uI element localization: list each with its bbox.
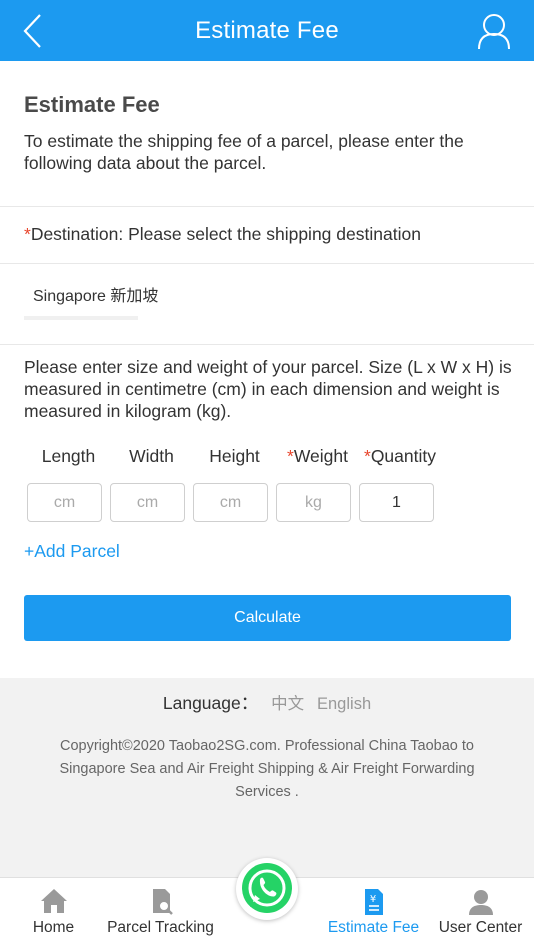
- calculate-button[interactable]: Calculate: [24, 595, 511, 641]
- width-input[interactable]: [110, 483, 185, 522]
- destination-select[interactable]: Singapore 新加坡: [24, 272, 158, 320]
- weight-label-text: Weight: [293, 446, 348, 466]
- tab-label: Parcel Tracking: [107, 919, 214, 936]
- estimate-fee-icon: ¥: [364, 889, 383, 915]
- parcel-tracking-icon: [152, 889, 173, 915]
- required-mark: *: [24, 224, 31, 244]
- language-option-zh[interactable]: 中文: [271, 695, 304, 713]
- tab-label: User Center: [438, 919, 523, 936]
- whatsapp-icon: [242, 863, 292, 913]
- whatsapp-button[interactable]: [236, 858, 298, 920]
- add-parcel-link[interactable]: +Add Parcel: [24, 541, 120, 562]
- destination-label-text: Destination: Please select the shipping …: [30, 224, 421, 244]
- home-icon: [40, 889, 67, 913]
- tab-home[interactable]: Home: [0, 878, 107, 950]
- back-icon[interactable]: [18, 12, 48, 50]
- language-switcher: Language： 中文 English: [0, 690, 534, 715]
- weight-label: *Weight: [276, 446, 359, 467]
- quantity-label-text: Quantity: [370, 446, 436, 466]
- top-bar: Estimate Fee: [0, 0, 534, 61]
- required-mark: *: [287, 446, 294, 466]
- parcel-field-labels: Length Width Height *Weight *Quantity: [27, 446, 441, 467]
- height-input[interactable]: [193, 483, 268, 522]
- length-label: Length: [41, 446, 96, 466]
- intro-section: Estimate Fee To estimate the shipping fe…: [24, 92, 514, 174]
- section-heading: Estimate Fee: [24, 92, 160, 117]
- tab-parcel-tracking[interactable]: Parcel Tracking: [107, 878, 214, 950]
- destination-label: *Destination: Please select the shipping…: [24, 224, 421, 245]
- tab-label: Estimate Fee: [327, 919, 420, 936]
- required-mark: *: [364, 446, 371, 466]
- quantity-input[interactable]: [359, 483, 434, 522]
- tab-user-center[interactable]: User Center: [427, 878, 534, 950]
- page-title: Estimate Fee: [195, 16, 339, 44]
- width-label: Width: [129, 446, 174, 466]
- height-label: Height: [209, 446, 260, 466]
- weight-input[interactable]: [276, 483, 351, 522]
- language-option-en[interactable]: English: [317, 695, 371, 713]
- size-weight-note: Please enter size and weight of your par…: [24, 357, 512, 421]
- language-label: Language：: [162, 693, 259, 713]
- intro-text: To estimate the shipping fee of a parcel…: [24, 131, 464, 173]
- divider: [0, 263, 534, 264]
- tab-estimate-fee[interactable]: ¥ Estimate Fee: [320, 878, 427, 950]
- length-input[interactable]: [27, 483, 102, 522]
- user-center-icon: [468, 890, 493, 915]
- tab-label: Home: [32, 919, 75, 936]
- parcel-inputs: [27, 483, 442, 522]
- quantity-label: *Quantity: [359, 446, 441, 467]
- divider: [0, 344, 534, 345]
- divider: [0, 206, 534, 207]
- copyright-text: Copyright©2020 Taobao2SG.com. Profession…: [59, 738, 475, 800]
- svg-text:¥: ¥: [369, 894, 375, 905]
- user-icon[interactable]: [476, 12, 512, 50]
